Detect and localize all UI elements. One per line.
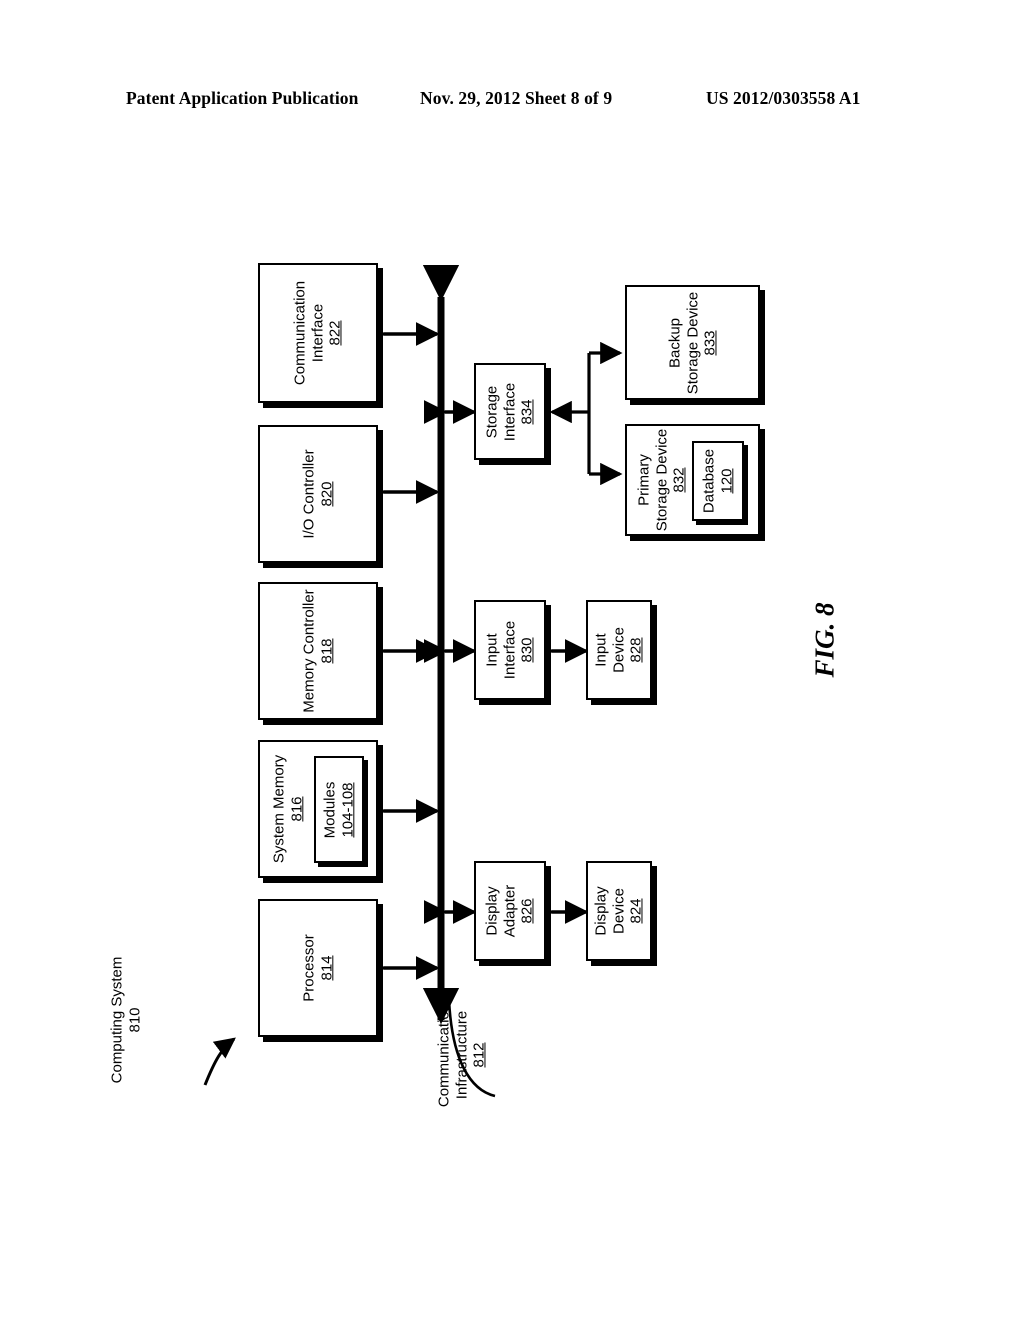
block-io-controller[interactable]: I/O Controller 820 bbox=[258, 425, 378, 563]
block-system-memory-label: System Memory 816 bbox=[270, 754, 305, 864]
block-display-device-label: Display Device 824 bbox=[592, 886, 645, 936]
block-primary-storage-device-label: Primary Storage Device 832 bbox=[635, 428, 689, 532]
block-database[interactable]: Database 120 bbox=[692, 441, 744, 521]
connector-storage-branch bbox=[549, 341, 623, 486]
bus-connectors-left bbox=[362, 322, 440, 980]
block-processor[interactable]: Processor 814 bbox=[258, 899, 378, 1037]
block-memory-controller[interactable]: Memory Controller 818 bbox=[258, 582, 378, 720]
block-communication-interface-label: Communication Interface 822 bbox=[291, 280, 344, 386]
leader-computing-system bbox=[203, 1037, 236, 1086]
caption-computing-system: Computing System 810 bbox=[108, 956, 143, 1084]
block-io-controller-label: I/O Controller 820 bbox=[300, 449, 335, 539]
block-system-memory[interactable]: System Memory 816 Modules 104-108 bbox=[258, 740, 378, 878]
block-backup-storage-device[interactable]: Backup Storage Device 833 bbox=[625, 285, 760, 400]
figure-8-block-diagram: Communication Interface 822 I/O Controll… bbox=[0, 0, 1024, 1320]
block-communication-interface[interactable]: Communication Interface 822 bbox=[258, 263, 378, 403]
block-input-interface-label: Input Interface 830 bbox=[483, 620, 536, 680]
block-input-device[interactable]: Input Device 828 bbox=[586, 600, 652, 700]
block-processor-label: Processor 814 bbox=[300, 934, 335, 1002]
block-display-adapter[interactable]: Display Adapter 826 bbox=[474, 861, 546, 961]
block-backup-storage-device-label: Backup Storage Device 833 bbox=[665, 291, 719, 394]
block-database-label: Database 120 bbox=[700, 448, 735, 514]
block-storage-interface-label: Storage Interface 834 bbox=[483, 382, 536, 441]
block-modules[interactable]: Modules 104-108 bbox=[314, 756, 364, 863]
block-input-interface[interactable]: Input Interface 830 bbox=[474, 600, 546, 700]
block-input-device-label: Input Device 828 bbox=[592, 627, 645, 673]
bus-connectors-right bbox=[423, 400, 477, 924]
block-storage-interface[interactable]: Storage Interface 834 bbox=[474, 363, 546, 460]
block-display-adapter-label: Display Adapter 826 bbox=[483, 884, 536, 938]
figure-label: FIG. 8 bbox=[809, 602, 840, 678]
block-memory-controller-label: Memory Controller 818 bbox=[300, 589, 335, 713]
block-modules-label: Modules 104-108 bbox=[321, 781, 356, 838]
block-display-device[interactable]: Display Device 824 bbox=[586, 861, 652, 961]
block-primary-storage-device[interactable]: Primary Storage Device 832 Database 120 bbox=[625, 424, 760, 536]
caption-communication-infrastructure: Communication Infrastructure 812 bbox=[435, 1002, 488, 1108]
